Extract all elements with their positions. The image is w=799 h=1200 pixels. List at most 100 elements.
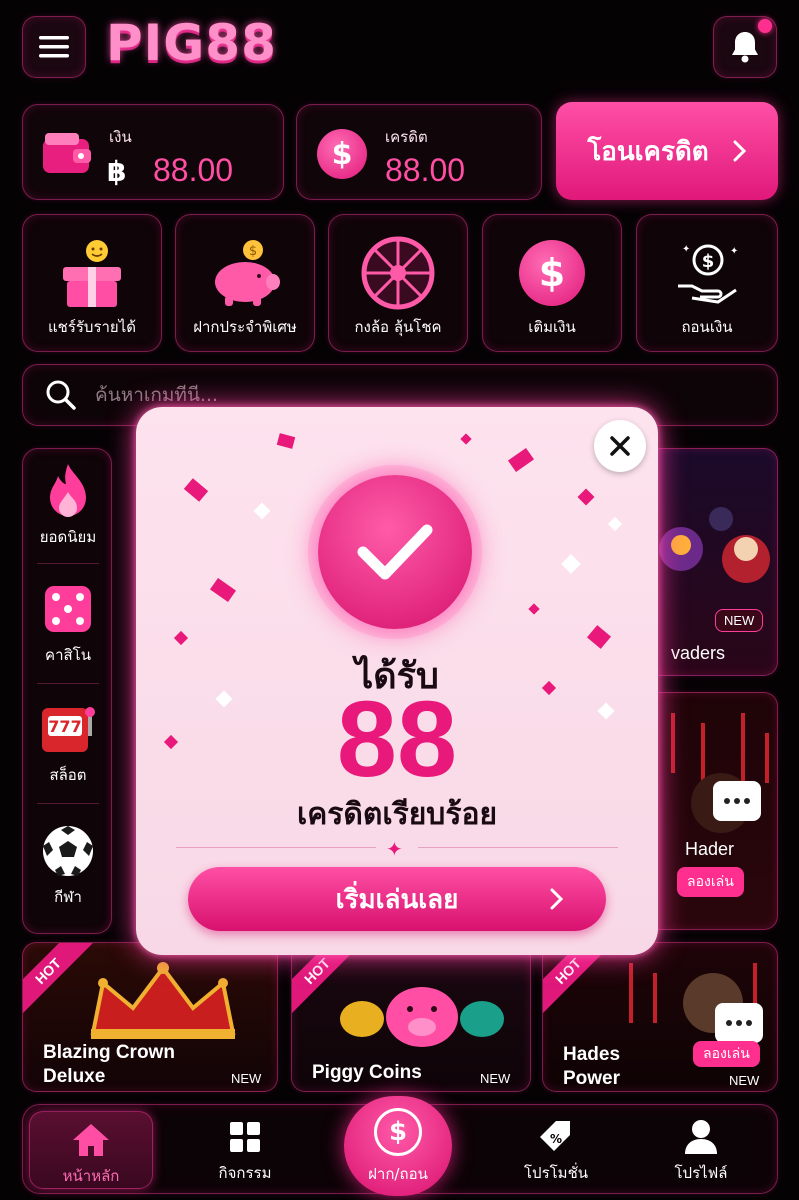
quick-action-label: ฝากประจำพิเศษ <box>193 318 297 336</box>
game-title-line1: Hades <box>563 1044 621 1065</box>
confetti <box>209 577 237 603</box>
confetti <box>276 433 296 449</box>
transfer-label: โอนเครดิต <box>587 136 709 167</box>
promo-tag-icon: % <box>501 1117 611 1157</box>
wallet-icon <box>43 133 91 173</box>
dollar-coin-icon: $ <box>317 129 367 179</box>
category-slots[interactable]: 777 สล็อต <box>23 701 113 787</box>
new-badge: NEW <box>480 1071 511 1086</box>
dice-icon <box>40 581 96 637</box>
quick-action-label: กงล้อ ลุ้นโชค <box>354 318 442 336</box>
nav-label: ฝาก/ถอน <box>368 1165 428 1183</box>
confetti <box>607 516 623 532</box>
confetti <box>507 447 535 473</box>
quick-action-top-up[interactable]: $ เติมเงิน <box>482 214 622 352</box>
category-label: กีฬา <box>54 888 82 906</box>
confetti <box>460 433 472 445</box>
notification-button[interactable] <box>713 16 777 78</box>
wallet-label: เงิน <box>109 128 132 146</box>
game-card-piggy-coins[interactable]: HOT Piggy Coins NEW <box>291 942 531 1092</box>
divider <box>418 847 618 848</box>
confetti <box>173 630 189 646</box>
new-badge: NEW <box>715 609 764 632</box>
game-title: Hader <box>685 839 735 859</box>
wheel-icon <box>360 235 436 311</box>
baht-symbol: ฿ <box>107 155 127 188</box>
user-icon <box>651 1117 751 1157</box>
game-title-line1: Piggy Coins <box>312 1062 422 1083</box>
quick-action-lucky-wheel[interactable]: กงล้อ ลุ้นโชค <box>328 214 468 352</box>
game-art-image <box>90 962 236 1039</box>
nav-home[interactable]: หน้าหลัก <box>29 1111 153 1189</box>
category-sports[interactable]: กีฬา <box>23 823 113 909</box>
close-modal-button[interactable] <box>594 420 646 472</box>
svg-text:777: 777 <box>48 717 81 736</box>
reward-modal: ได้รับ 88 เครดิตเรียบร้อย ✦ เริ่มเล่นเลย <box>136 407 658 955</box>
svg-text:$: $ <box>249 244 257 259</box>
fire-icon <box>40 463 96 519</box>
sidebar-divider <box>37 683 99 684</box>
confetti <box>577 488 595 506</box>
new-badge: NEW <box>729 1073 760 1088</box>
new-badge: NEW <box>231 1071 262 1086</box>
close-icon <box>610 436 630 456</box>
quick-action-share-income[interactable]: แชร์รับรายได้ <box>22 214 162 352</box>
search-input[interactable] <box>95 384 695 406</box>
start-playing-label: เริ่มเล่นเลย <box>335 884 459 915</box>
start-playing-button[interactable]: เริ่มเล่นเลย <box>188 867 606 931</box>
try-play-button[interactable]: ลองเล่น <box>677 867 744 897</box>
divider <box>176 847 376 848</box>
nav-label: โปรไฟล์ <box>674 1164 728 1182</box>
sparkle-icon: ✦ <box>386 837 403 861</box>
game-title-line2: Deluxe <box>43 1066 106 1087</box>
chevron-right-icon <box>733 140 746 162</box>
hand-money-icon: $ ✦ ✦ <box>669 235 745 311</box>
category-popular[interactable]: ยอดนิยม <box>23 463 113 549</box>
modal-amount: 88 <box>336 678 458 799</box>
game-card-blazing-crown[interactable]: HOT Blazing Crown Deluxe NEW <box>22 942 278 1092</box>
category-sidebar: ยอดนิยม คาสิโน 777 สล็อต กีฬา <box>22 448 112 934</box>
game-art-image <box>671 713 769 833</box>
menu-button[interactable] <box>22 16 86 78</box>
quick-action-withdraw[interactable]: $ ✦ ✦ ถอนเงิน <box>636 214 778 352</box>
nav-label: กิจกรรม <box>218 1164 272 1182</box>
quick-action-special-deposit[interactable]: $ ฝากประจำพิเศษ <box>175 214 315 352</box>
chat-icon <box>715 1003 763 1043</box>
transfer-credit-button[interactable]: โอนเครดิต <box>556 102 778 200</box>
credit-label: เครดิต <box>385 128 428 146</box>
notification-badge <box>758 19 772 33</box>
category-label: คาสิโน <box>45 646 91 664</box>
nav-deposit-withdraw[interactable]: $ ฝาก/ถอน <box>344 1096 452 1196</box>
try-play-button[interactable]: ลองเล่น <box>693 1041 760 1067</box>
game-title-line2: Power <box>563 1068 621 1089</box>
game-card-hades-power[interactable]: HOT Hades Power ลองเล่น NEW <box>542 942 778 1092</box>
nav-promotions[interactable]: % โปรโมชั่น <box>501 1105 611 1195</box>
nav-activities[interactable]: กิจกรรม <box>195 1105 295 1195</box>
home-icon <box>30 1120 152 1160</box>
search-icon <box>46 380 76 410</box>
credit-balance-card: $ เครดิต 88.00 <box>296 104 542 200</box>
confetti <box>183 478 209 502</box>
category-label: สล็อต <box>49 766 87 784</box>
chevron-right-icon <box>550 888 564 910</box>
quick-action-label: แชร์รับรายได้ <box>47 318 137 336</box>
svg-text:✦: ✦ <box>730 246 738 257</box>
sidebar-divider <box>37 563 99 564</box>
game-title-line1: Blazing Crown <box>43 1042 175 1063</box>
nav-label: หน้าหลัก <box>62 1167 120 1185</box>
svg-text:$: $ <box>702 251 715 272</box>
credit-value: 88.00 <box>385 152 466 188</box>
slot-machine-icon: 777 <box>40 701 96 757</box>
dollar-coin-icon: $ <box>514 235 590 311</box>
confetti <box>528 603 540 615</box>
bell-icon <box>732 32 758 63</box>
nav-profile[interactable]: โปรไฟล์ <box>651 1105 751 1195</box>
dollar-coin-icon: $ <box>374 1108 422 1156</box>
quick-action-label: เติมเงิน <box>528 318 576 336</box>
wallet-balance-card: เงิน ฿ 88.00 <box>22 104 284 200</box>
game-art-image <box>659 507 770 583</box>
chat-icon <box>713 781 761 821</box>
app-logo: PIG88 <box>106 14 277 72</box>
category-casino[interactable]: คาสิโน <box>23 581 113 667</box>
hamburger-icon <box>39 36 69 58</box>
